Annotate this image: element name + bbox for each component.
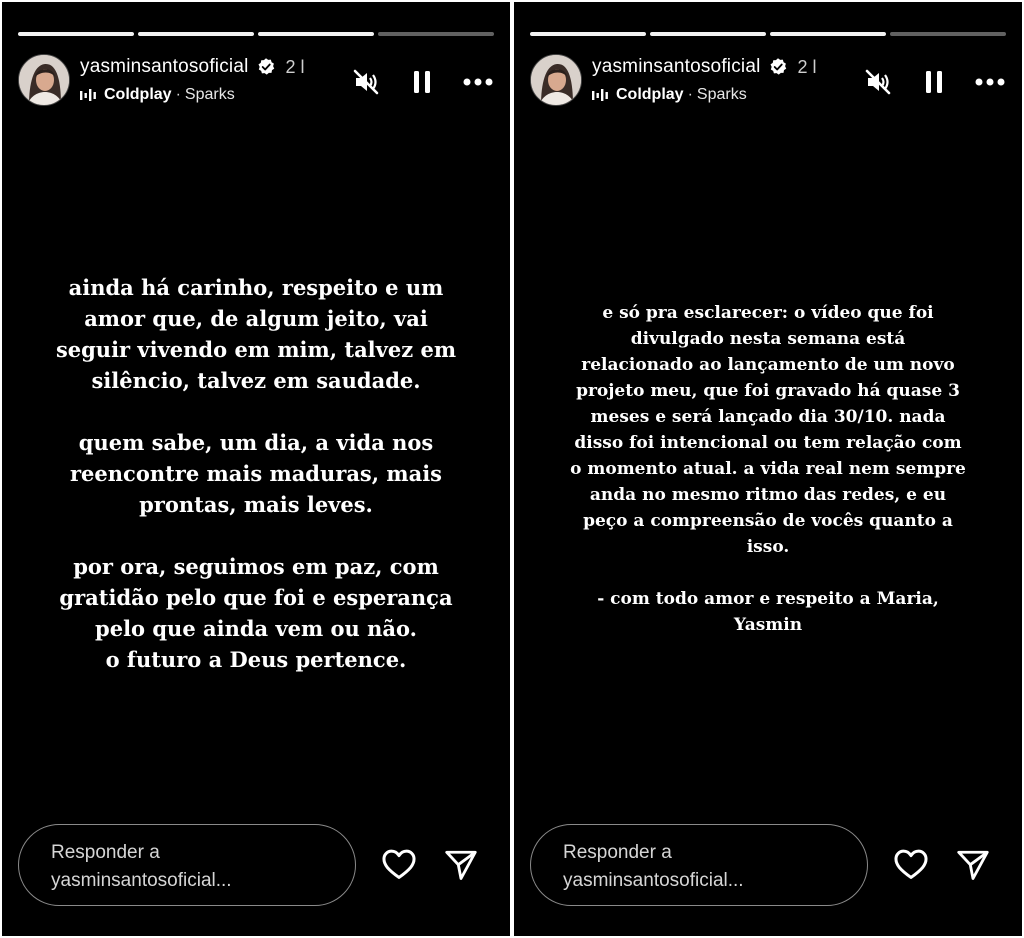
story-text-paragraph: ainda há carinho, respeito e um amor que,… <box>22 272 490 396</box>
story-text-line: seguir vivendo em mim, talvez em <box>55 337 457 362</box>
story-text-line: reencontre mais maduras, mais <box>69 461 442 486</box>
music-separator: · <box>687 86 693 103</box>
progress-segment <box>258 32 374 36</box>
screenshot-composite: yasminsantosoficial 2 l Coldplay · Spark… <box>0 0 1024 938</box>
reply-placeholder-line2: yasminsantosoficial... <box>51 870 232 891</box>
progress-segment <box>138 32 254 36</box>
music-artist: Coldplay <box>616 86 684 103</box>
send-icon <box>445 850 477 880</box>
story-controls <box>862 66 1006 98</box>
story-text-line: gratidão pelo que foi e esperança <box>59 585 453 610</box>
progress-segment <box>890 32 1006 36</box>
story-text-line: e só pra esclarecer: o vídeo que foi <box>602 303 934 323</box>
story-text-line: divulgado nesta semana está <box>630 329 906 349</box>
story-progress-bar <box>530 32 1006 36</box>
story-text-line: meses e será lançado dia 30/10. nada <box>590 407 946 427</box>
like-button[interactable] <box>892 845 930 883</box>
story-text-line: - com todo amor e respeito a Maria, <box>597 589 939 609</box>
heart-icon <box>382 849 416 879</box>
mute-button[interactable] <box>862 66 894 98</box>
music-song: Sparks <box>184 86 235 103</box>
story-text-line: prontas, mais leves. <box>139 492 373 517</box>
reply-input[interactable]: Responder a yasminsantosoficial... <box>18 824 356 906</box>
reply-placeholder-line1: Responder a <box>51 842 160 863</box>
story-panel-left[interactable]: yasminsantosoficial 2 l Coldplay · Spark… <box>2 2 510 936</box>
share-button[interactable] <box>955 847 991 883</box>
story-text-paragraph: por ora, seguimos em paz, com gratidão pe… <box>22 551 490 675</box>
music-info[interactable]: Coldplay · Sparks <box>592 86 747 104</box>
speaker-muted-icon <box>353 69 379 95</box>
pause-button[interactable] <box>918 66 950 98</box>
pause-button[interactable] <box>406 66 438 98</box>
story-text: e só pra esclarecer: o vídeo que foi divu… <box>544 300 992 664</box>
story-username[interactable]: yasminsantosoficial <box>592 56 761 78</box>
more-options-icon <box>975 78 1005 86</box>
speaker-muted-icon <box>865 69 891 95</box>
story-text-line: Yasmin <box>733 615 803 635</box>
story-time: 2 l <box>285 56 305 77</box>
more-options-button[interactable] <box>462 66 494 98</box>
avatar-photo <box>19 55 69 105</box>
progress-segment <box>378 32 494 36</box>
reply-input[interactable]: Responder a yasminsantosoficial... <box>530 824 868 906</box>
story-header: yasminsantosoficial 2 l Coldplay · Spark… <box>530 52 1006 108</box>
music-separator: · <box>175 86 181 103</box>
music-song: Sparks <box>696 86 747 103</box>
story-controls <box>350 66 494 98</box>
more-options-icon <box>463 78 493 86</box>
more-options-button[interactable] <box>974 66 1006 98</box>
music-artist: Coldplay <box>104 86 172 103</box>
verified-badge-icon <box>258 58 274 75</box>
reply-placeholder-line1: Responder a <box>563 842 672 863</box>
progress-segment <box>530 32 646 36</box>
heart-icon <box>894 849 928 879</box>
story-username[interactable]: yasminsantosoficial <box>80 56 249 78</box>
story-text-line: disso foi intencional ou tem relação com <box>574 433 962 453</box>
story-text-line: amor que, de algum jeito, vai <box>84 306 428 331</box>
story-text-line: ainda há carinho, respeito e um <box>68 275 444 300</box>
story-text: ainda há carinho, respeito e um amor que,… <box>22 272 490 675</box>
progress-segment <box>770 32 886 36</box>
pause-icon <box>926 71 942 93</box>
story-text-paragraph: e só pra esclarecer: o vídeo que foi divu… <box>544 300 992 560</box>
equalizer-icon <box>80 89 96 101</box>
send-icon <box>957 850 989 880</box>
story-time: 2 l <box>797 56 817 77</box>
story-text-line: silêncio, talvez em saudade. <box>91 368 421 393</box>
mute-button[interactable] <box>350 66 382 98</box>
story-header: yasminsantosoficial 2 l Coldplay · Spark… <box>18 52 494 108</box>
equalizer-icon <box>592 89 608 101</box>
story-text-line: o momento atual. a vida real nem sempre <box>570 459 966 479</box>
like-button[interactable] <box>380 845 418 883</box>
music-info[interactable]: Coldplay · Sparks <box>80 86 235 104</box>
story-progress-bar <box>18 32 494 36</box>
story-text-line: peço a compreensão de vocês quanto a <box>583 511 953 531</box>
progress-segment <box>18 32 134 36</box>
reply-placeholder-line2: yasminsantosoficial... <box>563 870 744 891</box>
story-text-line: pelo que ainda vem ou não. <box>95 616 417 641</box>
story-text-paragraph: quem sabe, um dia, a vida nos reencontre … <box>22 427 490 520</box>
story-panel-right[interactable]: yasminsantosoficial 2 l Coldplay · Spark… <box>514 2 1022 936</box>
avatar[interactable] <box>530 54 582 106</box>
progress-segment <box>650 32 766 36</box>
story-text-line: isso. <box>746 537 790 557</box>
story-text-line: por ora, seguimos em paz, com <box>73 554 439 579</box>
avatar[interactable] <box>18 54 70 106</box>
story-text-line: quem sabe, um dia, a vida nos <box>78 430 434 455</box>
story-text-line: anda no mesmo ritmo das redes, e eu <box>589 485 947 505</box>
story-text-line: relacionado ao lançamento de um novo <box>581 355 955 375</box>
avatar-photo <box>531 55 581 105</box>
story-text-line: projeto meu, que foi gravado há quase 3 <box>576 381 960 401</box>
pause-icon <box>414 71 430 93</box>
verified-badge-icon <box>770 58 786 75</box>
story-text-paragraph: - com todo amor e respeito a Maria, Yasmi… <box>544 586 992 638</box>
share-button[interactable] <box>443 847 479 883</box>
story-text-line: o futuro a Deus pertence. <box>105 647 407 672</box>
